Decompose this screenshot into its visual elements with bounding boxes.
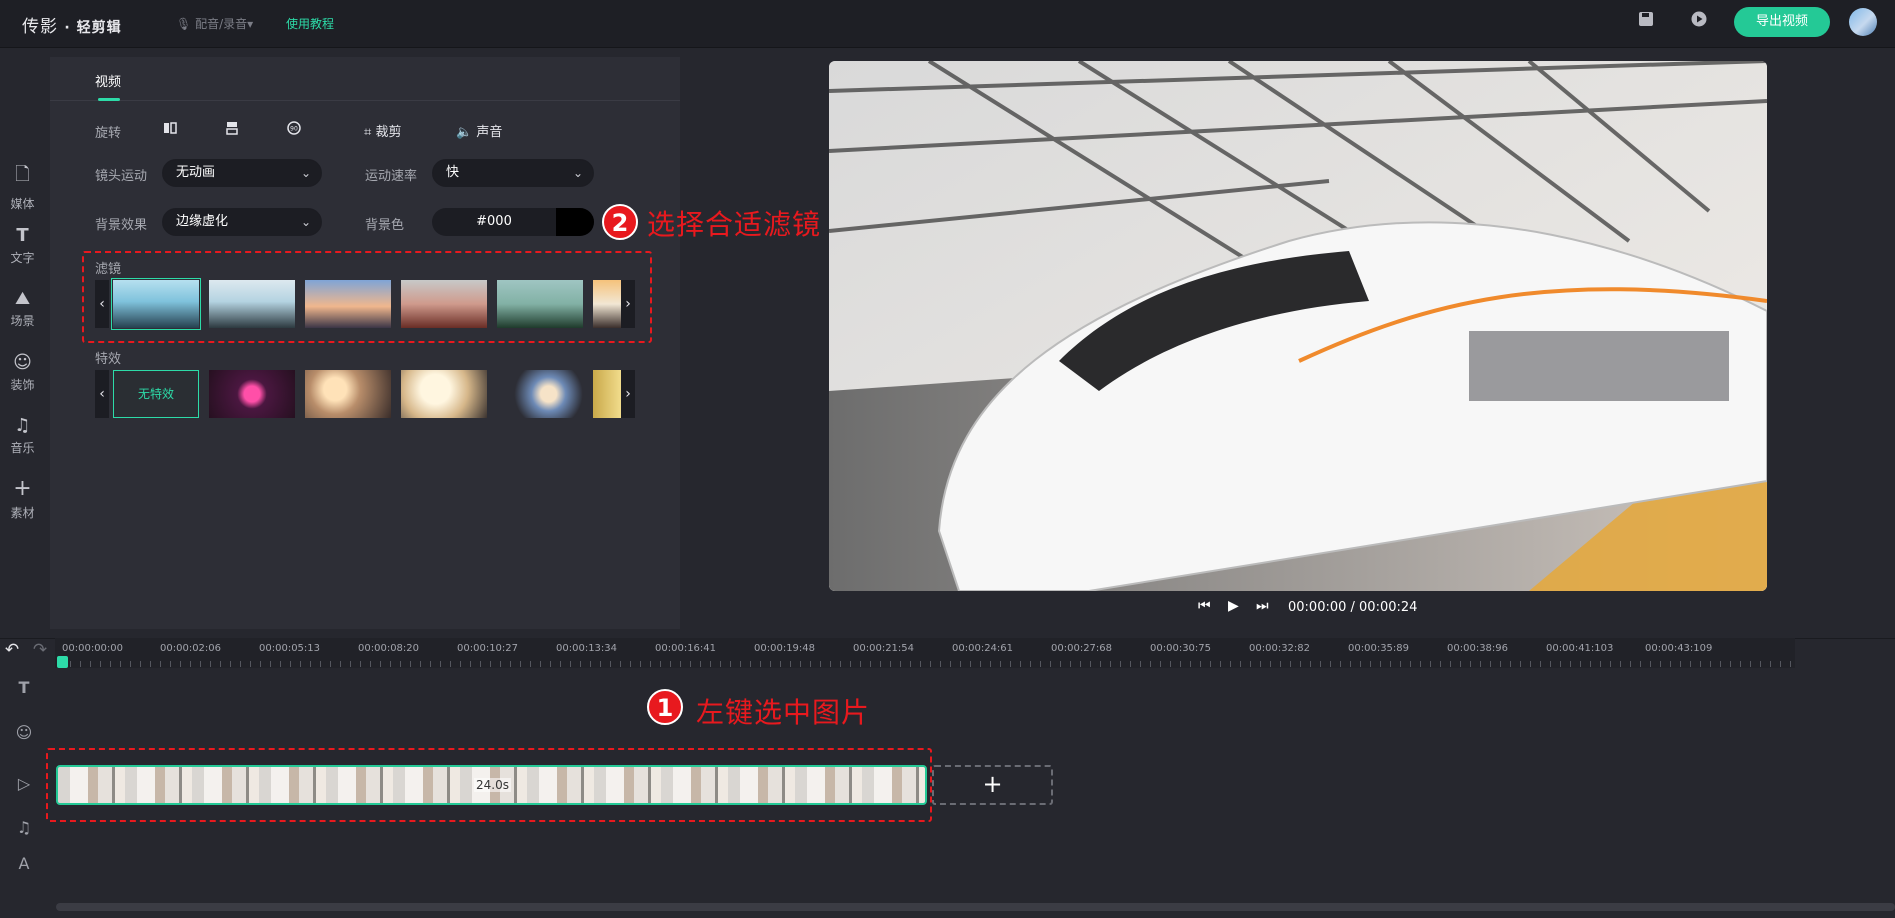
crop-icon: ⌗	[364, 125, 372, 140]
video-track-icon[interactable]: ▷	[14, 774, 34, 793]
video-preview[interactable]	[829, 61, 1767, 591]
voice-record-button[interactable]: 🎙 配音/录音▾	[176, 15, 253, 32]
play-icon[interactable]: ▶	[1228, 598, 1239, 614]
ruler-label: 00:00:02:06	[160, 643, 222, 654]
smiley-icon: ☺	[13, 352, 32, 373]
effects-next-arrow[interactable]: ›	[621, 370, 635, 418]
add-clip-button[interactable]: +	[932, 765, 1053, 805]
nav-item-music[interactable]: ♫ 音乐	[0, 415, 45, 456]
undo-icon[interactable]: ↶	[2, 640, 22, 660]
sound-button[interactable]: 🔈 声音	[456, 121, 502, 140]
chevron-down-icon: ⌄	[572, 166, 583, 180]
ruler-label: 00:00:24:61	[952, 643, 1014, 654]
camera-motion-label: 镜头运动	[95, 169, 148, 184]
svg-text:90: 90	[290, 126, 298, 133]
ruler-label: 00:00:21:54	[853, 643, 915, 654]
avatar[interactable]	[1849, 8, 1877, 36]
plus-icon: +	[13, 476, 32, 501]
export-video-button[interactable]: 导出视频	[1734, 7, 1830, 37]
nav-item-media[interactable]: 🗋 媒体	[0, 162, 45, 212]
save-icon[interactable]	[1636, 11, 1656, 31]
bg-color-picker[interactable]: #000	[432, 208, 594, 236]
ruler-label: 00:00:38:96	[1447, 643, 1509, 654]
file-icon: 🗋	[15, 164, 30, 185]
effect-thumb[interactable]	[401, 370, 487, 418]
preview-play-icon[interactable]	[1689, 11, 1709, 31]
skip-back-icon[interactable]: ⏮	[1198, 598, 1211, 614]
ruler-label: 00:00:16:41	[655, 643, 717, 654]
callout-2-text: 选择合适滤镜	[647, 208, 822, 241]
effect-thumb[interactable]	[593, 370, 621, 418]
motion-speed-select[interactable]: 快 ⌄	[432, 159, 594, 187]
callout-1-text: 左键选中图片	[696, 696, 871, 729]
effect-thumb[interactable]	[497, 370, 583, 418]
effect-thumb[interactable]	[209, 370, 295, 418]
skip-forward-icon[interactable]: ⏭	[1256, 598, 1269, 614]
music-track-icon[interactable]: ♫	[14, 818, 34, 837]
highlight-clip	[46, 748, 932, 822]
ruler-label: 00:00:27:68	[1051, 643, 1113, 654]
ruler-label: 00:00:13:34	[556, 643, 618, 654]
chevron-down-icon: ⌄	[300, 166, 311, 180]
camera-motion-select[interactable]: 无动画 ⌄	[162, 159, 322, 187]
color-swatch[interactable]	[556, 208, 594, 236]
chevron-down-icon: ⌄	[300, 215, 311, 229]
mountain-icon: ⛰	[14, 288, 31, 309]
timecode: 00:00:00 / 00:00:24	[1288, 600, 1418, 615]
ruler-ticks	[60, 661, 1795, 667]
effects-title: 特效	[95, 352, 122, 367]
timeline-scrollbar[interactable]	[56, 903, 1895, 911]
ruler-label: 00:00:30:75	[1150, 643, 1212, 654]
ruler-label: 00:00:08:20	[358, 643, 420, 654]
ruler-label: 00:00:41:103	[1546, 643, 1614, 654]
ruler-label: 00:00:19:48	[754, 643, 816, 654]
text-icon: T	[16, 225, 29, 246]
properties-panel: 视频 旋转 90 ⌗ 裁剪 🔈 声音 镜头运动 无动画 ⌄ 运动速率 快 ⌄ 背景效…	[50, 57, 680, 629]
rotate-90-icon[interactable]: 90	[286, 120, 302, 140]
callout-2-number: 2	[602, 204, 638, 240]
nav-item-assets[interactable]: + 素材	[0, 476, 45, 521]
redo-icon[interactable]: ↷	[30, 640, 50, 660]
font-track-icon[interactable]: A	[14, 854, 34, 873]
left-nav: 🗋 媒体 T 文字 ⛰ 场景 ☺ 装饰 ♫ 音乐 + 素材	[0, 49, 50, 629]
ruler-label: 00:00:43:109	[1645, 643, 1713, 654]
ruler-label: 00:00:10:27	[457, 643, 519, 654]
music-icon: ♫	[14, 415, 31, 436]
highlight-filters	[82, 251, 652, 343]
rotate-label: 旋转	[95, 126, 122, 141]
ruler-label: 00:00:00:00	[62, 643, 124, 654]
ruler-label: 00:00:05:13	[259, 643, 321, 654]
bg-color-label: 背景色	[365, 218, 405, 233]
tab-underline	[98, 98, 120, 101]
crop-button[interactable]: ⌗ 裁剪	[364, 121, 401, 140]
nav-item-text[interactable]: T 文字	[0, 225, 45, 266]
playhead[interactable]	[57, 656, 68, 668]
tutorial-link[interactable]: 使用教程	[286, 15, 334, 32]
decoration-track-icon[interactable]: ☺	[14, 723, 34, 742]
top-bar: 传影 · 轻剪辑 🎙 配音/录音▾ 使用教程 导出视频	[0, 0, 1895, 48]
bg-effect-select[interactable]: 边缘虚化 ⌄	[162, 208, 322, 236]
ruler-label: 00:00:35:89	[1348, 643, 1410, 654]
effects-prev-arrow[interactable]: ‹	[95, 370, 109, 418]
nav-item-scene[interactable]: ⛰ 场景	[0, 288, 45, 329]
flip-vertical-icon[interactable]	[224, 120, 240, 140]
text-track-icon[interactable]: T	[14, 678, 34, 697]
ruler-label: 00:00:32:82	[1249, 643, 1311, 654]
nav-item-decoration[interactable]: ☺ 装饰	[0, 352, 45, 393]
flip-horizontal-icon[interactable]	[162, 120, 178, 140]
speaker-icon: 🔈	[456, 125, 473, 140]
tab-video[interactable]: 视频	[95, 71, 121, 90]
bg-effect-label: 背景效果	[95, 218, 148, 233]
app-logo: 传影 · 轻剪辑	[22, 17, 122, 37]
panel-tabs: 视频	[50, 57, 680, 101]
callout-1-number: 1	[647, 689, 683, 725]
effect-thumb[interactable]	[305, 370, 391, 418]
motion-speed-label: 运动速率	[365, 169, 418, 184]
effect-none[interactable]: 无特效	[113, 370, 199, 418]
